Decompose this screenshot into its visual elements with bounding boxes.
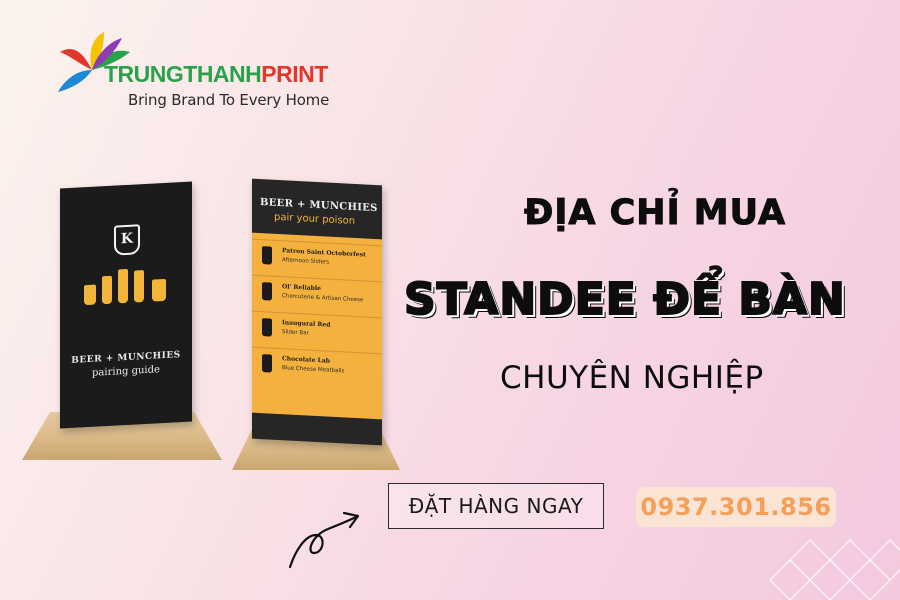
shield-logo-icon: K: [114, 224, 140, 256]
beer-glass-icon: [134, 270, 144, 303]
menu-body: Patron Saint Octoberfest Afternoon Slide…: [252, 232, 382, 420]
menu-item-title: Ol' Reliable: [282, 283, 321, 293]
menu-item-pairing: Afternoon Sliders: [282, 257, 330, 266]
standee-right-panel: BEER + MUNCHIES pair your poison Patron …: [252, 178, 382, 446]
brand-name-part1: TRUNGTHANH: [104, 61, 262, 87]
curved-arrow-icon: [288, 511, 360, 569]
diamond-pattern-icon: [770, 539, 900, 600]
beer-glass-icon: [262, 354, 272, 373]
headline-line2: STANDEE ĐỂ BÀN: [403, 273, 846, 326]
brand-name-part2: PRINT: [261, 61, 328, 87]
menu-item: Ol' Reliable Charcuterie & Artisan Chees…: [252, 274, 382, 317]
headline-line3: CHUYÊN NGHIỆP: [500, 360, 764, 396]
menu-item: Patron Saint Octoberfest Afternoon Slide…: [252, 238, 382, 281]
headline-line1: ĐỊA CHỈ MUA: [523, 193, 787, 234]
menu-item-title: Chocolate Lab: [282, 355, 330, 365]
menu-item-pairing: Charcuterie & Artisan Cheese: [282, 293, 364, 304]
beer-glass-icon: [102, 275, 112, 305]
beer-glass-icon: [262, 318, 272, 337]
beer-glass-icon: [152, 278, 166, 302]
beer-glass-icon: [262, 246, 272, 265]
beer-glass-icon: [262, 282, 272, 301]
beer-glass-icon: [84, 284, 96, 306]
menu-item-title: Inaugural Red: [282, 319, 331, 329]
brand-name: TRUNGTHANHPRINT: [104, 63, 328, 86]
standee-left-panel: K BEER + MUNCHIES pairing guide: [60, 181, 192, 429]
menu-item-pairing: Slider Bar: [282, 329, 309, 337]
menu-item: Chocolate Lab Blue Cheese Meatballs: [252, 346, 382, 389]
menu-subheading: pair your poison: [274, 211, 356, 227]
beer-glass-icon: [118, 268, 128, 304]
menu-item: Inaugural Red Slider Bar: [252, 310, 382, 353]
menu-item-pairing: Blue Cheese Meatballs: [282, 365, 345, 375]
brand-slogan: Bring Brand To Every Home: [128, 91, 330, 109]
order-now-button[interactable]: ĐẶT HÀNG NGAY: [388, 483, 604, 529]
